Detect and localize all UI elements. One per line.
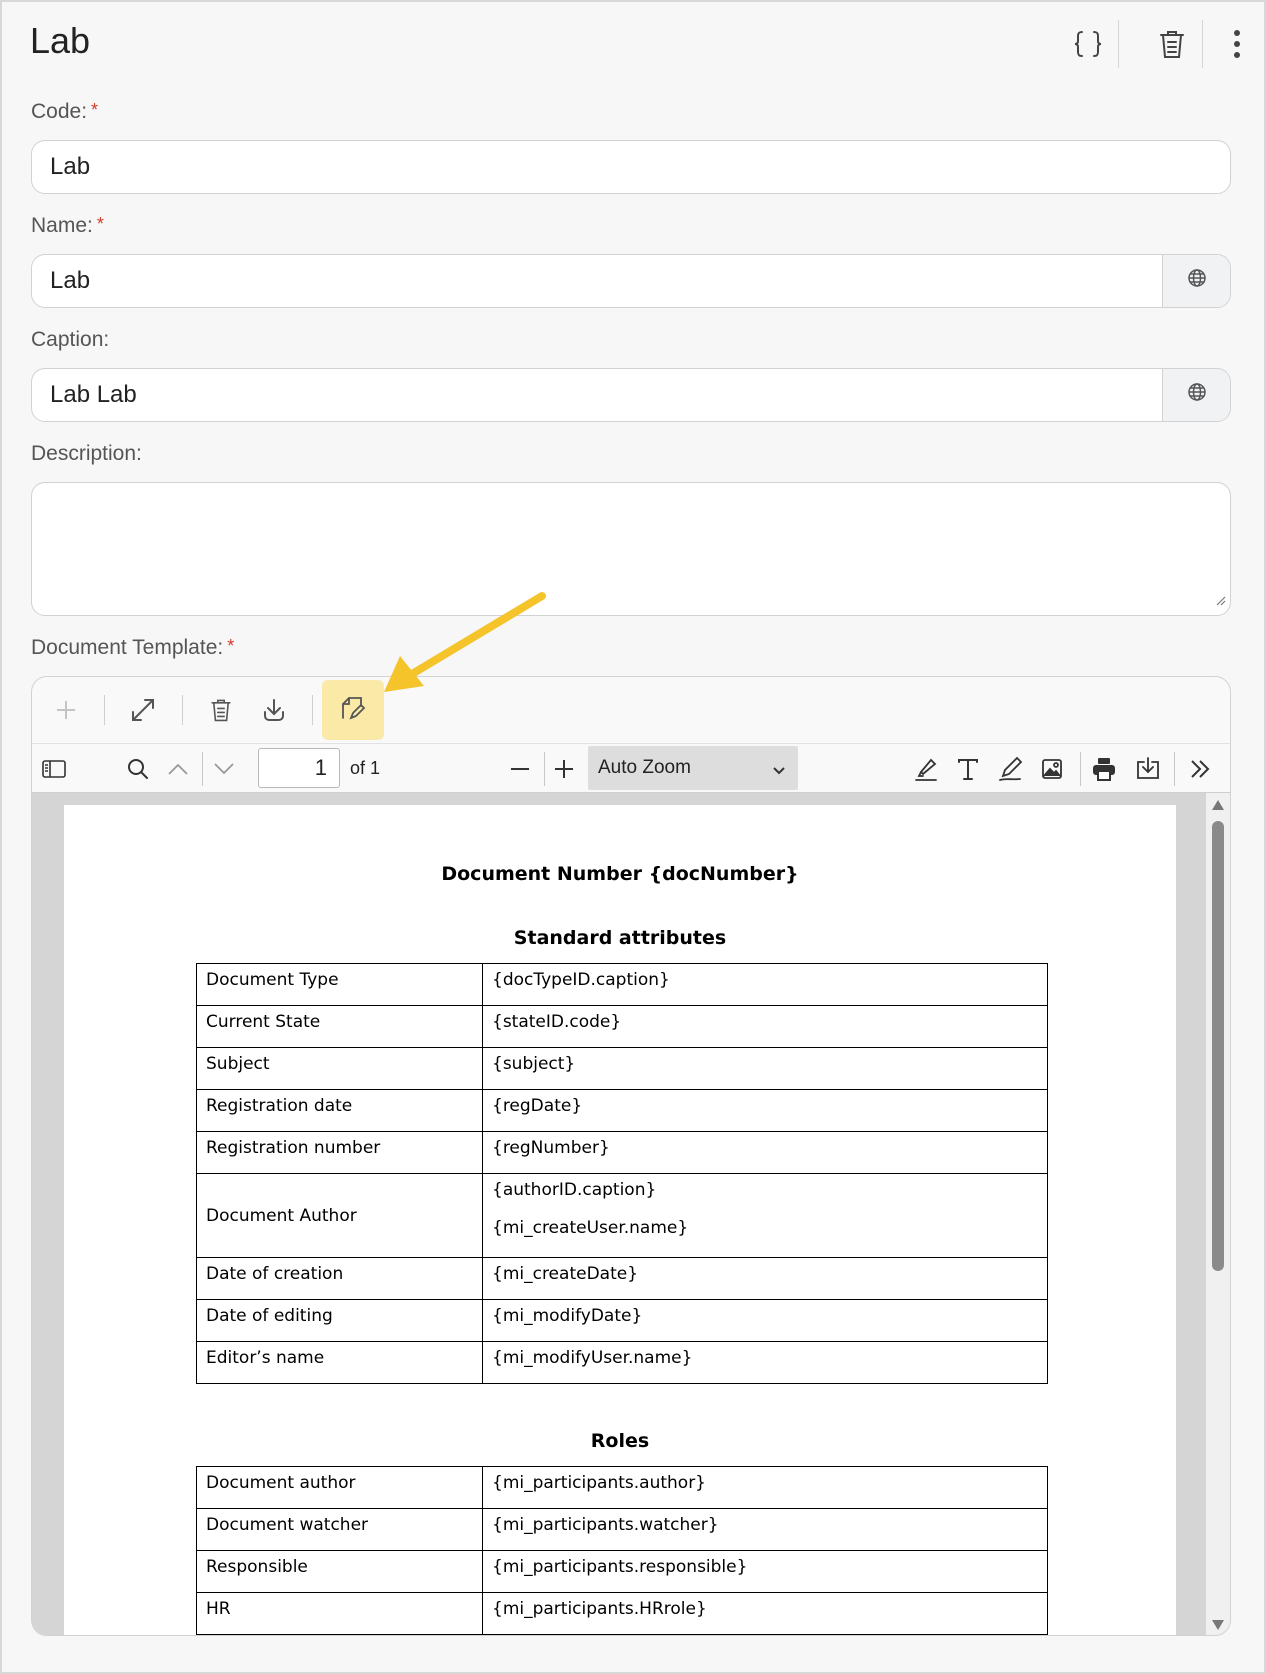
table-row: Registration number {regNumber} (196, 1131, 1048, 1174)
page-count: of 1 (350, 758, 381, 778)
name-value: Lab (50, 267, 91, 294)
highlight-icon[interactable] (906, 749, 946, 789)
table-row: Editor’s name {mi_modifyUser.name} (196, 1341, 1048, 1384)
table-row: Document Author {authorID.caption} {mi_cr… (196, 1173, 1048, 1258)
pdf-viewer: 1 of 1 Auto Zoom Document Number {docNum… (31, 676, 1231, 1636)
more-vertical-icon[interactable] (1222, 22, 1252, 66)
search-icon[interactable] (118, 749, 158, 789)
edit-template-icon (339, 694, 367, 727)
scroll-up-icon (1212, 800, 1224, 810)
table-row: Document Type {docTypeID.caption} (196, 963, 1048, 1006)
caption-input[interactable]: Lab Lab (31, 368, 1231, 422)
description-label: Description: (31, 442, 142, 465)
trash-icon[interactable] (1150, 22, 1194, 66)
section-title-roles: Roles (590, 1430, 650, 1452)
roles-table: Document author {mi_participants.author} … (196, 1466, 1048, 1635)
code-value: Lab (50, 153, 91, 180)
scroll-thumb[interactable] (1212, 821, 1224, 1271)
table-row: Document author {mi_participants.author} (196, 1466, 1048, 1509)
zoom-value: Auto Zoom (598, 757, 691, 778)
globe-icon (1187, 267, 1207, 295)
expand-icon[interactable] (119, 686, 167, 734)
scroll-down-icon (1212, 1620, 1224, 1630)
template-toolbar (32, 677, 1230, 743)
caption-translate-button[interactable] (1162, 369, 1230, 421)
code-label: Code: * (31, 100, 99, 123)
standard-attributes-table: Document Type {docTypeID.caption} Current… (196, 963, 1048, 1384)
print-icon[interactable] (1084, 749, 1124, 789)
scrollbar[interactable] (1206, 793, 1230, 1635)
document-template-label: Document Template: * (31, 636, 235, 659)
caption-label: Caption: (31, 328, 110, 351)
edit-template-button[interactable] (322, 680, 384, 740)
text-icon[interactable] (948, 749, 988, 789)
minus-icon[interactable] (500, 749, 540, 789)
save-icon[interactable] (1128, 749, 1168, 789)
trash-icon[interactable] (197, 686, 245, 734)
table-row: Date of creation {mi_createDate} (196, 1257, 1048, 1300)
sidebar-toggle-icon[interactable] (34, 749, 74, 789)
download-icon[interactable] (250, 686, 298, 734)
section-title-standard: Standard attributes (513, 927, 727, 949)
code-input[interactable]: Lab (31, 140, 1231, 194)
plus-icon[interactable] (42, 686, 90, 734)
chevron-down-icon (772, 760, 786, 782)
globe-icon (1187, 381, 1207, 409)
table-row: HR {mi_participants.HRrole} (196, 1592, 1048, 1635)
name-label: Name: * (31, 214, 104, 237)
page-title: Lab (30, 20, 91, 61)
pdf-page: Document Number {docNumber} Standard att… (64, 805, 1176, 1635)
table-row: Subject {subject} (196, 1047, 1048, 1090)
form-panel: Lab Code: * Lab Name: * Lab Caption: Lab… (0, 0, 1266, 1674)
document-heading: Document Number {docNumber} (441, 863, 799, 885)
table-row: Responsible {mi_participants.responsible} (196, 1550, 1048, 1593)
chevron-up-icon[interactable] (158, 749, 198, 789)
braces-icon[interactable] (1066, 22, 1110, 66)
resize-handle-icon[interactable] (1214, 593, 1226, 611)
zoom-select[interactable]: Auto Zoom (588, 746, 798, 790)
double-chevron-right-icon[interactable] (1180, 749, 1220, 789)
table-row: Registration date {regDate} (196, 1089, 1048, 1132)
draw-icon[interactable] (990, 749, 1030, 789)
table-row: Document watcher {mi_participants.watcher… (196, 1508, 1048, 1551)
pdf-canvas[interactable]: Document Number {docNumber} Standard att… (32, 793, 1230, 1635)
chevron-down-icon[interactable] (204, 749, 244, 789)
image-icon[interactable] (1032, 749, 1072, 789)
table-row: Date of editing {mi_modifyDate} (196, 1299, 1048, 1342)
name-translate-button[interactable] (1162, 255, 1230, 307)
name-input[interactable]: Lab (31, 254, 1231, 308)
page-number-input[interactable]: 1 (258, 748, 340, 788)
description-textarea[interactable] (31, 482, 1231, 616)
plus-icon[interactable] (544, 749, 584, 789)
table-row: Current State {stateID.code} (196, 1005, 1048, 1048)
caption-value: Lab Lab (50, 381, 137, 408)
pdf-toolbar: 1 of 1 Auto Zoom (32, 743, 1230, 793)
